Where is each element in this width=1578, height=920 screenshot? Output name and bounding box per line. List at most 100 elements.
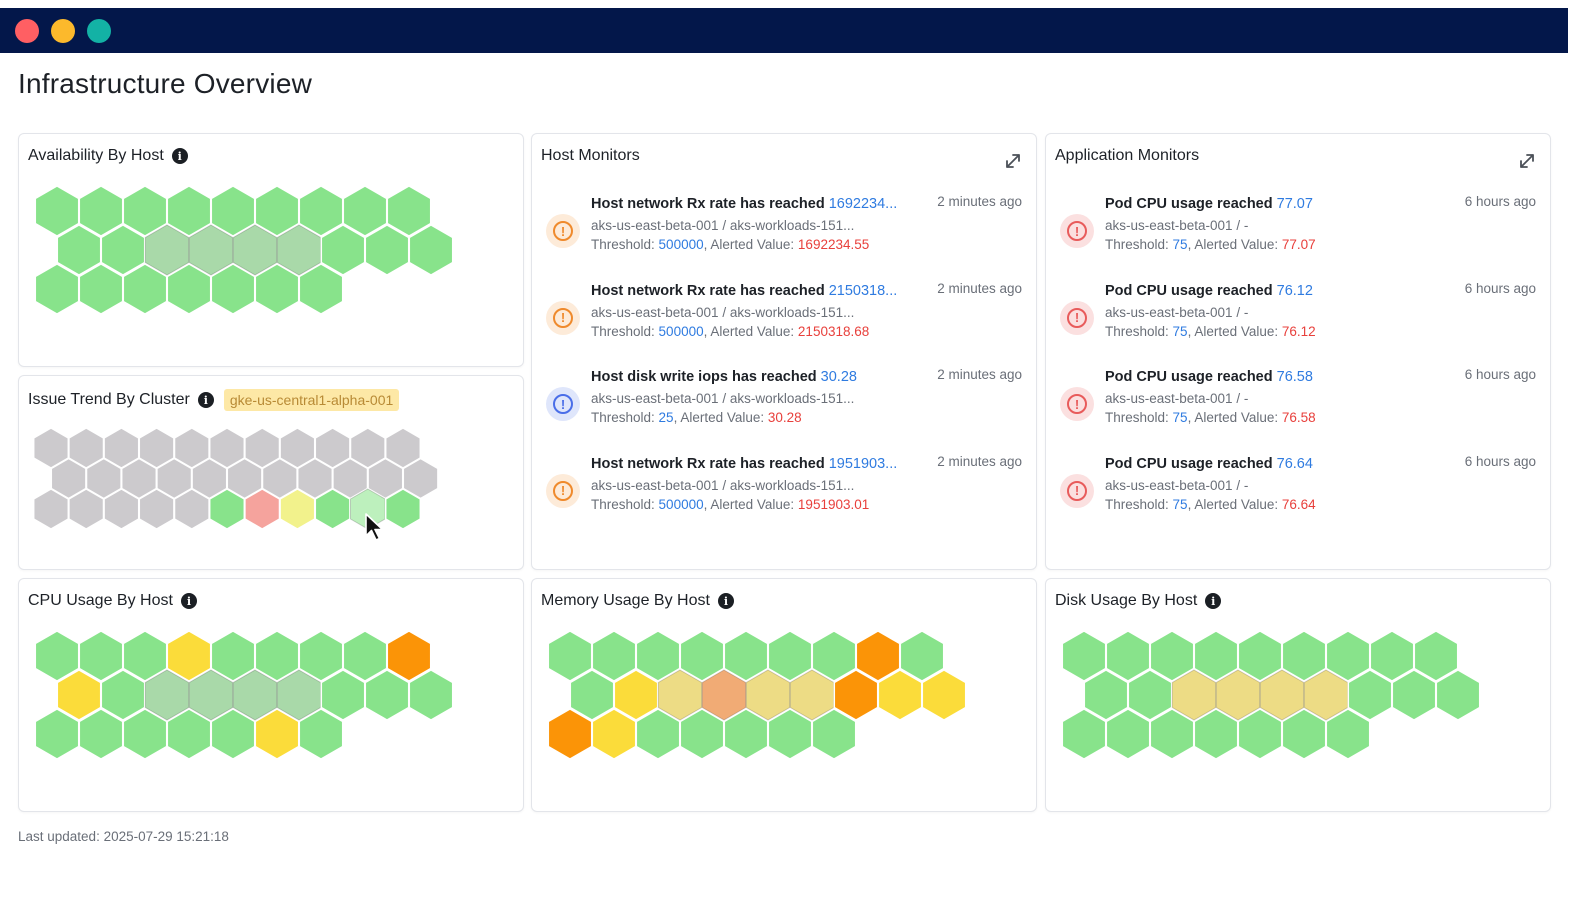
alerted-label: , Alerted Value: — [1187, 237, 1282, 252]
alerted-value: 1951903.01 — [797, 496, 870, 512]
window-close-button[interactable] — [15, 19, 39, 43]
warning-icon: ! — [546, 214, 580, 248]
alert-title[interactable]: Pod CPU usage reached 77.07 — [1105, 196, 1313, 212]
alert-title[interactable]: Host disk write iops has reached 30.28 — [591, 369, 857, 385]
threshold-value: 25 — [658, 410, 674, 425]
window-maximize-button[interactable] — [87, 19, 111, 43]
memory-usage-hex-map — [547, 630, 967, 760]
alert-value: 76.58 — [1276, 369, 1313, 385]
availability-panel: Availability By Host i — [18, 133, 524, 367]
alert-time: 2 minutes ago — [937, 453, 1022, 469]
alert-path: aks-us-east-beta-001 / - — [1105, 304, 1249, 320]
alert-title-text: Pod CPU usage reached — [1105, 455, 1277, 472]
threshold-label: Threshold: — [591, 410, 659, 425]
alert-item[interactable]: ! Pod CPU usage reached 77.07 aks-us-east-… — [1046, 194, 1550, 276]
alerted-value: 1692234.55 — [797, 237, 870, 252]
issue-trend-panel: Issue Trend By Cluster i gke-us-central1… — [18, 375, 524, 570]
threshold-value: 75 — [1172, 323, 1188, 339]
alert-title[interactable]: Host network Rx rate has reached 2150318… — [591, 283, 897, 299]
alert-item[interactable]: ! Pod CPU usage reached 76.64 aks-us-east-… — [1046, 453, 1550, 536]
alerted-label: , Alerted Value: — [703, 237, 798, 252]
window-minimize-button[interactable] — [51, 19, 75, 43]
alert-threshold-line: Threshold: 75, Alerted Value: 76.12 — [1105, 324, 1316, 339]
threshold-value: 75 — [1172, 410, 1188, 425]
alert-item[interactable]: ! Pod CPU usage reached 76.58 aks-us-east-… — [1046, 367, 1550, 449]
alert-item[interactable]: ! Host network Rx rate has reached 195190… — [532, 453, 1036, 536]
alert-threshold-line: Threshold: 500000, Alerted Value: 215031… — [591, 324, 869, 339]
alert-title-text: Host network Rx rate has reached — [591, 282, 829, 299]
application-monitors-panel: Application Monitors ! Pod CPU usage reac… — [1045, 133, 1551, 570]
alerted-label: , Alerted Value: — [1187, 410, 1282, 425]
critical-icon: ! — [1060, 473, 1094, 508]
alerted-label: , Alerted Value: — [703, 496, 798, 512]
alert-value: 77.07 — [1276, 196, 1313, 212]
alert-threshold-line: Threshold: 500000, Alerted Value: 169223… — [591, 237, 869, 252]
alert-path: aks-us-east-beta-001 / - — [1105, 218, 1249, 233]
threshold-label: Threshold: — [591, 323, 659, 339]
threshold-label: Threshold: — [1105, 410, 1173, 425]
threshold-label: Threshold: — [591, 237, 659, 252]
alert-time: 2 minutes ago — [937, 280, 1022, 296]
alerted-value: 30.28 — [767, 410, 802, 425]
alert-title[interactable]: Pod CPU usage reached 76.58 — [1105, 369, 1313, 385]
alert-path: aks-us-east-beta-001 / aks-workloads-151… — [591, 304, 855, 320]
alert-value: 1951903... — [828, 455, 898, 472]
alert-item[interactable]: ! Host network Rx rate has reached 169223… — [532, 194, 1036, 276]
alerted-label: , Alerted Value: — [703, 323, 798, 339]
alert-time: 2 minutes ago — [937, 194, 1022, 209]
alert-time: 6 hours ago — [1464, 453, 1536, 469]
last-updated-text: Last updated: 2025-07-29 15:21:18 — [18, 829, 229, 844]
alert-title[interactable]: Pod CPU usage reached 76.12 — [1105, 283, 1313, 299]
critical-icon: ! — [1060, 300, 1094, 335]
alert-title-text: Host network Rx rate has reached — [591, 455, 829, 472]
expand-icon[interactable] — [1004, 152, 1022, 170]
alert-item[interactable]: ! Host disk write iops has reached 30.28 a… — [532, 367, 1036, 449]
threshold-value: 500000 — [658, 323, 704, 339]
alert-title-text: Pod CPU usage reached — [1105, 369, 1277, 385]
alert-value: 1692234... — [828, 196, 898, 212]
threshold-value: 500000 — [658, 237, 704, 252]
expand-icon[interactable] — [1518, 152, 1536, 170]
alert-threshold-line: Threshold: 75, Alerted Value: 77.07 — [1105, 237, 1316, 252]
alert-path: aks-us-east-beta-001 / - — [1105, 391, 1249, 406]
alert-item[interactable]: ! Host network Rx rate has reached 215031… — [532, 280, 1036, 363]
threshold-label: Threshold: — [1105, 323, 1173, 339]
alert-title-text: Pod CPU usage reached — [1105, 282, 1277, 299]
alert-value: 30.28 — [820, 369, 857, 385]
alerted-value: 76.12 — [1281, 323, 1316, 339]
window-titlebar — [0, 8, 1568, 53]
cpu-usage-panel: CPU Usage By Host i — [18, 578, 524, 812]
alert-path: aks-us-east-beta-001 / aks-workloads-151… — [591, 477, 855, 493]
alert-threshold-line: Threshold: 500000, Alerted Value: 195190… — [591, 497, 869, 512]
alerted-value: 77.07 — [1281, 237, 1316, 252]
warning-icon: ! — [546, 473, 580, 508]
page-title: Infrastructure Overview — [18, 68, 313, 99]
threshold-value: 75 — [1172, 237, 1188, 252]
issue-trend-hex-map — [32, 427, 439, 530]
alert-threshold-line: Threshold: 25, Alerted Value: 30.28 — [591, 410, 802, 425]
alert-path: aks-us-east-beta-001 / aks-workloads-151… — [591, 218, 855, 233]
alert-path: aks-us-east-beta-001 / - — [1105, 477, 1249, 493]
alert-item[interactable]: ! Pod CPU usage reached 76.12 aks-us-east-… — [1046, 281, 1550, 363]
threshold-label: Threshold: — [1105, 237, 1173, 252]
alert-time: 6 hours ago — [1464, 194, 1536, 209]
info-alert-icon: ! — [546, 387, 580, 421]
host-monitors-panel-title: Host Monitors — [541, 147, 640, 164]
alert-time: 6 hours ago — [1464, 367, 1536, 382]
alert-title[interactable]: Host network Rx rate has reached 1951903… — [591, 456, 897, 472]
host-monitors-panel: Host Monitors ! Host network Rx rate has … — [531, 133, 1037, 570]
memory-usage-panel: Memory Usage By Host i — [531, 578, 1037, 812]
alert-time: 2 minutes ago — [937, 367, 1022, 382]
availability-hex-map — [34, 185, 454, 315]
threshold-value: 500000 — [658, 496, 704, 512]
critical-icon: ! — [1060, 387, 1094, 421]
alert-title-text: Host disk write iops has reached — [591, 369, 821, 385]
alert-title-text: Pod CPU usage reached — [1105, 196, 1277, 212]
alert-title[interactable]: Pod CPU usage reached 76.64 — [1105, 456, 1313, 472]
application-monitors-panel-header: Application Monitors — [1055, 147, 1199, 165]
alert-title[interactable]: Host network Rx rate has reached 1692234… — [591, 196, 897, 212]
threshold-label: Threshold: — [591, 496, 659, 512]
critical-icon: ! — [1060, 214, 1094, 248]
disk-usage-panel: Disk Usage By Host i — [1045, 578, 1551, 812]
cpu-usage-hex-map — [34, 630, 454, 760]
